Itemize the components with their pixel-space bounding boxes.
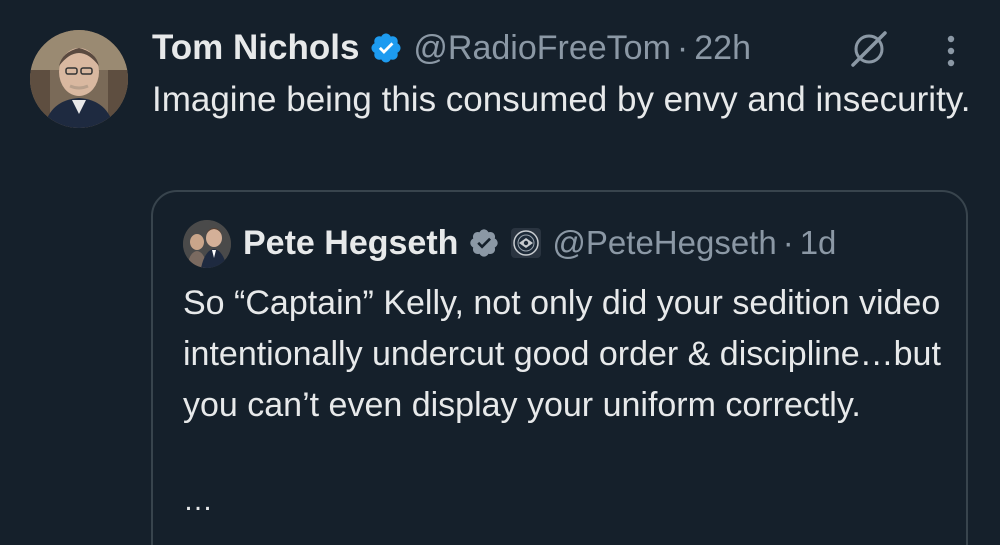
author-name[interactable]: Tom Nichols: [152, 28, 359, 68]
quoted-tweet[interactable]: Pete Hegseth @PeteHegseth · 1d So “Capta…: [151, 190, 968, 545]
truncation-ellipsis: …: [183, 484, 214, 517]
tweet-timestamp[interactable]: 22h: [694, 29, 751, 68]
quoted-tweet-timestamp[interactable]: 1d: [800, 224, 837, 262]
quoted-author-name[interactable]: Pete Hegseth: [243, 224, 458, 263]
quoted-tweet-header: Pete Hegseth @PeteHegseth · 1d: [243, 218, 836, 268]
affiliation-seal-icon[interactable]: [510, 227, 542, 259]
tweet-text: Imagine being this consumed by envy and …: [152, 80, 971, 119]
quoted-tweet-text: So “Captain” Kelly, not only did your se…: [183, 284, 941, 424]
tweet-header: Tom Nichols @RadioFreeTom · 22h: [152, 24, 751, 72]
separator-dot: ·: [782, 224, 794, 261]
author-handle[interactable]: @RadioFreeTom: [413, 29, 671, 68]
quoted-author-handle[interactable]: @PeteHegseth: [552, 224, 776, 262]
verified-badge-icon[interactable]: [468, 227, 500, 259]
tweet[interactable]: Tom Nichols @RadioFreeTom · 22h Imagine …: [0, 0, 1000, 545]
verified-badge-icon[interactable]: [369, 31, 403, 65]
separator-dot: ·: [676, 28, 689, 67]
quoted-author-avatar[interactable]: [183, 220, 231, 268]
author-avatar[interactable]: [30, 30, 128, 128]
grok-icon[interactable]: [848, 28, 890, 70]
more-options-icon[interactable]: [944, 34, 958, 70]
